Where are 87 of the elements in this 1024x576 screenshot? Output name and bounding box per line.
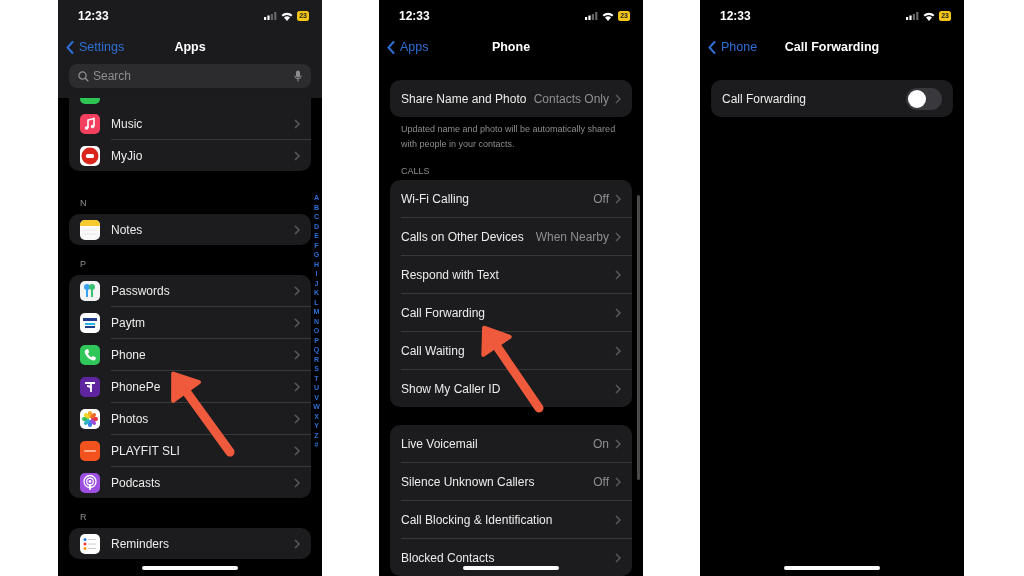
row-label[interactable]: PLAYFIT SLI (111, 443, 288, 458)
chevron-icon (615, 231, 621, 242)
wifi-icon (281, 11, 294, 21)
chevron-icon (294, 317, 300, 328)
phone-icon (80, 345, 100, 365)
row-value: Off (593, 191, 609, 206)
chevron-icon (294, 381, 300, 392)
row-label[interactable]: Notes (111, 222, 288, 237)
app-icon (80, 441, 100, 461)
microphone-icon (294, 70, 302, 82)
section-header: N (80, 198, 87, 208)
back-chevron-icon[interactable] (387, 40, 395, 54)
row-label[interactable]: Call Forwarding (722, 91, 900, 106)
chevron-icon (294, 118, 300, 129)
row-label[interactable]: Calls on Other Devices (401, 229, 530, 244)
list-icon (80, 533, 100, 554)
back-button[interactable]: Apps (385, 38, 431, 56)
row-label[interactable]: Live Voicemail (401, 436, 587, 451)
row-label[interactable]: Call Forwarding (401, 305, 609, 320)
chevron-icon (294, 445, 300, 456)
chevron-icon (294, 538, 300, 549)
app-icon (80, 145, 100, 166)
app-icon (80, 377, 100, 397)
chevron-icon (615, 193, 621, 204)
status-time: 12:33 (399, 9, 430, 23)
back-chevron-icon[interactable] (708, 40, 716, 54)
row-value: On (593, 436, 609, 451)
wifi-icon (923, 11, 936, 21)
row-label[interactable]: Call Blocking & Identification (401, 512, 609, 527)
section-header: CALLS (401, 166, 430, 176)
chevron-icon (615, 514, 621, 525)
chevron-icon (294, 150, 300, 161)
chevron-icon (615, 476, 621, 487)
row-label[interactable]: Respond with Text (401, 267, 609, 282)
back-chevron-icon[interactable] (66, 40, 74, 54)
chevron-icon (294, 477, 300, 488)
chevron-icon (294, 285, 300, 296)
row-label[interactable]: Blocked Contacts (401, 550, 609, 565)
row-value: Contacts Only (533, 91, 609, 106)
section-header: P (80, 259, 86, 269)
chevron-icon (615, 345, 621, 356)
row-label[interactable]: Photos (111, 411, 288, 426)
row-label[interactable]: Paytm (111, 315, 288, 330)
chevron-icon (615, 269, 621, 280)
toggle-switch[interactable] (906, 87, 942, 110)
row-value: When Nearby (535, 229, 609, 244)
search-field[interactable]: Search (69, 64, 311, 88)
chevron-icon (294, 224, 300, 235)
row-label[interactable]: Silence Unknown Callers (401, 474, 588, 489)
wifi-icon (602, 11, 615, 21)
screen-title: Apps (174, 40, 206, 54)
row-label[interactable]: Call Waiting (401, 343, 609, 358)
signal-icon (264, 12, 278, 20)
row-label[interactable]: Passwords (111, 283, 288, 298)
row-label[interactable]: MyJio (111, 148, 288, 163)
row-label[interactable]: Reminders (111, 536, 288, 551)
row-label[interactable]: Music (111, 116, 288, 131)
row-label[interactable]: Phone (111, 347, 288, 362)
chevron-icon (615, 552, 621, 563)
row-label[interactable]: PhonePe (111, 379, 288, 394)
section-header: R (80, 512, 87, 522)
chevron-icon (615, 307, 621, 318)
chevron-icon (294, 349, 300, 360)
row-value: Off (593, 474, 609, 489)
footer-note: Updated name and photo will be automatically shared with people in your contacts. (400, 123, 617, 151)
back-button[interactable]: Phone (706, 38, 760, 56)
app-icon (80, 313, 100, 333)
screen-title: Phone (491, 40, 531, 54)
signal-icon (585, 12, 599, 20)
row-label[interactable]: Show My Caller ID (401, 381, 609, 396)
flower-icon (80, 409, 100, 429)
key-icon (80, 281, 100, 301)
signal-icon (906, 12, 920, 20)
row-label[interactable]: Wi-Fi Calling (401, 191, 588, 206)
chevron-icon (615, 438, 621, 449)
status-time: 12:33 (720, 9, 751, 23)
podcast-icon (80, 472, 100, 493)
status-time: 12:33 (78, 9, 109, 23)
notepad-icon (80, 219, 100, 240)
music-note-icon (80, 114, 100, 134)
row-label[interactable]: Podcasts (111, 475, 288, 490)
chevron-icon (615, 93, 621, 104)
chevron-icon (294, 413, 300, 424)
screen-title: Call Forwarding (784, 40, 880, 54)
row-label[interactable]: Share Name and Photo (401, 91, 528, 106)
chevron-icon (615, 383, 621, 394)
back-button[interactable]: Settings (64, 38, 127, 56)
